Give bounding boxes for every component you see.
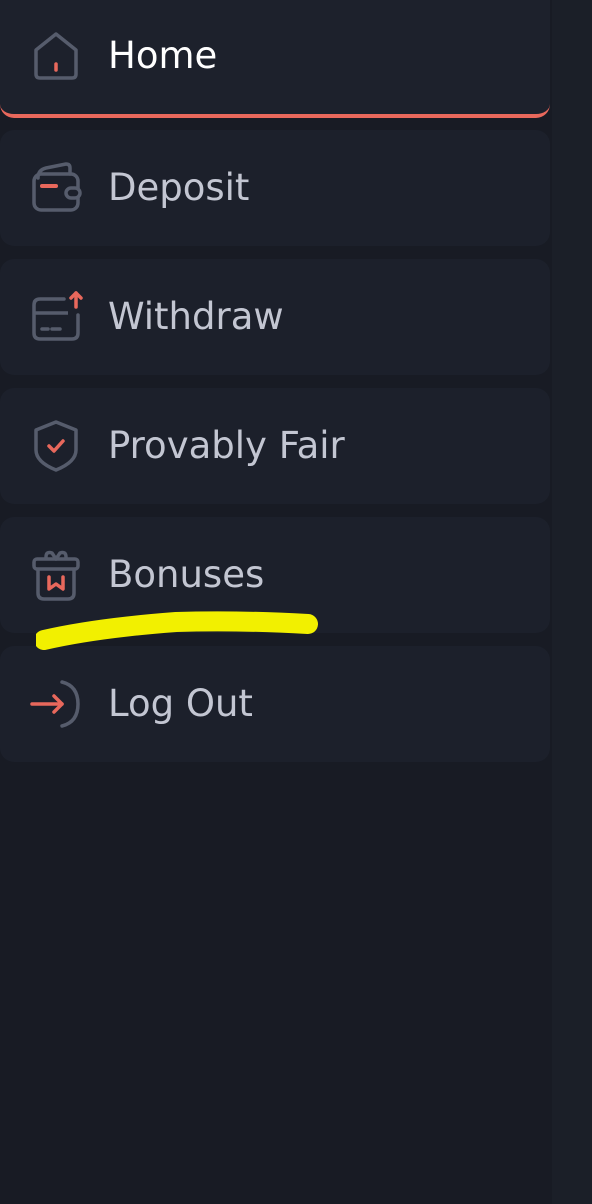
menu-item-home[interactable]: Home <box>0 0 550 118</box>
menu-item-log-out[interactable]: Log Out <box>0 646 550 762</box>
menu-item-provably-fair[interactable]: Provably Fair <box>0 388 550 504</box>
logout-icon <box>28 676 84 732</box>
menu-item-withdraw[interactable]: Withdraw <box>0 259 550 375</box>
home-icon <box>28 28 84 84</box>
menu-item-label: Home <box>108 34 218 77</box>
shield-check-icon <box>28 418 84 474</box>
wallet-icon <box>28 160 84 216</box>
menu-item-deposit[interactable]: Deposit <box>0 130 550 246</box>
menu-item-label: Withdraw <box>108 295 284 338</box>
menu-item-label: Deposit <box>108 166 250 209</box>
card-withdraw-icon <box>28 289 84 345</box>
gift-icon <box>28 547 84 603</box>
menu-item-label: Provably Fair <box>108 424 345 467</box>
menu-item-label: Log Out <box>108 682 253 725</box>
menu-item-label: Bonuses <box>108 553 265 596</box>
background-panel-edge <box>552 0 592 1204</box>
marker-highlight-stroke <box>36 611 318 650</box>
